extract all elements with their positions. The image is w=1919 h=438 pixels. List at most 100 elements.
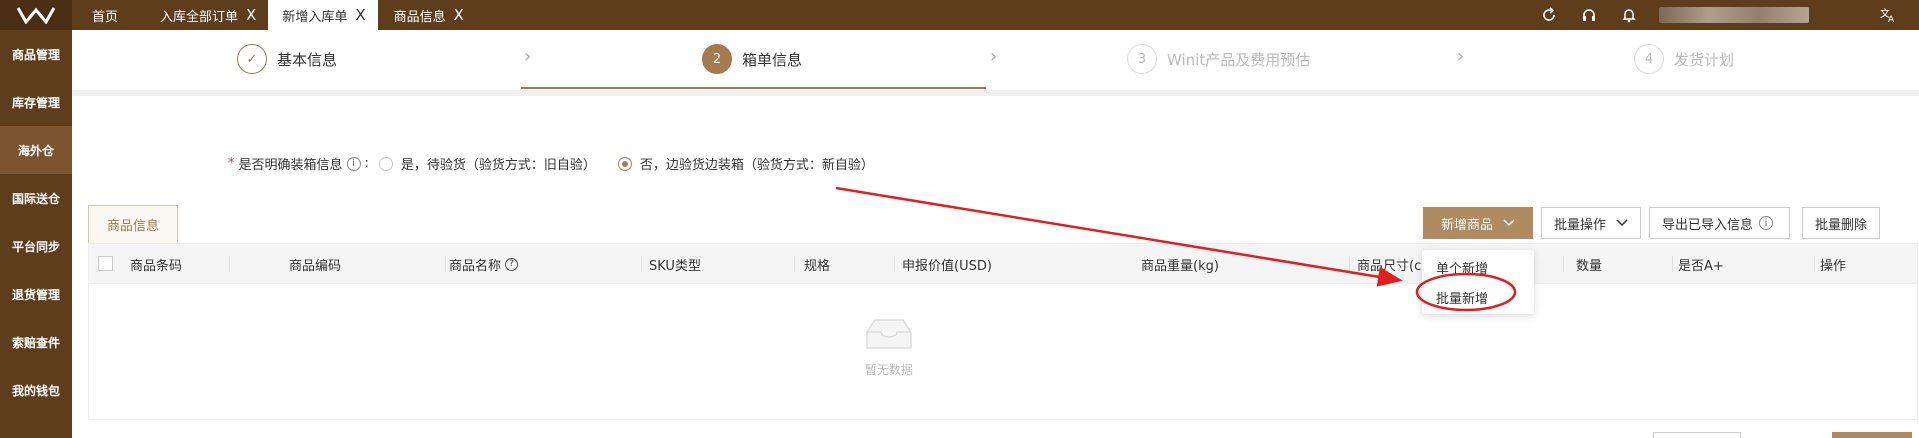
add-product-button[interactable]: 新增商品 [1423, 207, 1533, 239]
bottom-secondary-button[interactable] [1653, 432, 1741, 438]
radio-yes-label[interactable]: 是，待验货（验货方式：旧自验） [401, 154, 596, 173]
radio-no[interactable] [617, 156, 632, 171]
main-area: ✓ 基本信息 › 2 箱单信息 › 3 Winit产品及费用预估 › 4 发货计… [72, 30, 1919, 438]
bell-icon[interactable] [1609, 0, 1649, 30]
column-header: 商品条码 [130, 258, 183, 274]
table-actions: 新增商品 批量操作 导出已导入信息 i 批量删除 [1423, 207, 1881, 239]
packing-info-question: * 是否明确装箱信息 i : 是，待验货（验货方式：旧自验） 否，边验货边装箱（… [228, 154, 874, 173]
step-shipping-plan[interactable]: 4 发货计划 [1634, 42, 1734, 76]
chevron-right-icon: › [524, 46, 532, 67]
tab-home[interactable]: 首页 [72, 0, 138, 30]
top-icons: 文A [1529, 0, 1919, 30]
sidebar-item-overseas-warehouse[interactable]: 海外仓 [0, 126, 72, 174]
step-label: 基本信息 [277, 50, 338, 69]
sidebar: 商品管理 库存管理 海外仓 国际送仓 平台同步 退货管理 索赔查件 我的钱包 [0, 30, 72, 438]
column-divider [1563, 256, 1564, 272]
empty-text: 暂无数据 [864, 363, 913, 377]
column-header: 操作 [1820, 258, 1847, 274]
batch-delete-button[interactable]: 批量删除 [1802, 207, 1881, 239]
logo[interactable] [0, 0, 72, 30]
step-label: Winit产品及费用预估 [1167, 50, 1311, 69]
close-icon[interactable]: X [355, 7, 365, 23]
column-divider [894, 256, 895, 272]
column-divider [641, 256, 642, 272]
translate-icon[interactable]: 文A [1869, 0, 1909, 30]
tab-label: 新增入库单 [282, 9, 348, 25]
step-basic-info[interactable]: ✓ 基本信息 [237, 42, 337, 76]
step-number: 3 [1127, 44, 1157, 74]
column-header: 是否A+ [1678, 258, 1724, 274]
column-header: SKU类型 [649, 258, 701, 274]
batch-operations-button[interactable]: 批量操作 [1541, 207, 1642, 239]
single-add-menu-item[interactable]: 单个新增 [1422, 252, 1534, 282]
radio-no-label[interactable]: 否，边验货边装箱（验货方式：新自验） [640, 154, 874, 173]
close-icon[interactable]: X [246, 7, 256, 23]
tab-label: 入库全部订单 [160, 9, 239, 25]
step-packing-info[interactable]: 2 箱单信息 [702, 42, 802, 76]
step-label: 发货计划 [1674, 50, 1735, 69]
top-tabs: 首页 入库全部订单 X 新增入库单 X 商品信息 X [72, 0, 476, 30]
sidebar-item-international-delivery[interactable]: 国际送仓 [0, 174, 72, 222]
tab-all-inbound-orders[interactable]: 入库全部订单 X [138, 0, 268, 30]
tab-product-info[interactable]: 商品信息 X [378, 0, 476, 30]
button-label: 新增商品 [1440, 217, 1493, 233]
question-colon: : [364, 156, 369, 171]
tab-product-info-section[interactable]: 商品信息 [88, 205, 178, 243]
column-divider [445, 256, 446, 272]
step-number: 2 [702, 44, 732, 74]
batch-add-menu-item[interactable]: 批量新增 [1422, 282, 1534, 312]
chevron-down-icon [1616, 216, 1628, 231]
step-bar: ✓ 基本信息 › 2 箱单信息 › 3 Winit产品及费用预估 › 4 发货计… [72, 30, 1919, 90]
info-icon: i [1759, 216, 1774, 230]
table-header: 商品条码 商品编码 商品名称 ? SKU类型 规格 申报价值(USD) 商品重量… [89, 244, 1917, 284]
tab-label: 商品信息 [393, 9, 446, 25]
column-header: 商品名称 ? [449, 244, 519, 284]
sidebar-item-wallet[interactable]: 我的钱包 [0, 366, 72, 414]
column-header: 申报价值(USD) [902, 258, 992, 274]
column-header: 规格 [804, 258, 831, 274]
sidebar-item-platform-sync[interactable]: 平台同步 [0, 222, 72, 270]
top-bar: 首页 入库全部订单 X 新增入库单 X 商品信息 X 文A [0, 0, 1919, 30]
required-mark: * [228, 156, 235, 171]
step-winit-product-estimate[interactable]: 3 Winit产品及费用预估 [1127, 42, 1310, 76]
sidebar-item-returns-management[interactable]: 退货管理 [0, 270, 72, 318]
product-table: 商品条码 商品编码 商品名称 ? SKU类型 规格 申报价值(USD) 商品重量… [88, 243, 1918, 420]
active-step-underline [521, 87, 986, 89]
check-icon: ✓ [237, 44, 267, 74]
column-header-label: 商品名称 [449, 258, 502, 274]
select-all-checkbox[interactable] [98, 256, 113, 271]
tab-new-inbound-order[interactable]: 新增入库单 X [268, 0, 378, 30]
column-divider [1672, 256, 1673, 272]
headset-icon[interactable] [1569, 0, 1609, 30]
help-icon[interactable]: ? [505, 257, 519, 271]
button-label: 批量删除 [1815, 217, 1868, 233]
sidebar-item-inventory-management[interactable]: 库存管理 [0, 78, 72, 126]
refresh-icon[interactable] [1529, 0, 1569, 30]
chevron-right-icon: › [990, 46, 998, 67]
column-divider [229, 256, 230, 272]
step-number: 4 [1634, 44, 1664, 74]
button-label: 批量操作 [1554, 217, 1607, 233]
empty-inbox-icon [866, 319, 912, 349]
question-label: 是否明确装箱信息 [238, 158, 343, 173]
column-divider [1814, 256, 1815, 272]
export-imported-button[interactable]: 导出已导入信息 i [1649, 207, 1791, 239]
logo-icon [16, 7, 56, 24]
radio-yes[interactable] [378, 156, 393, 171]
step-label: 箱单信息 [742, 50, 803, 69]
bottom-primary-button[interactable] [1832, 432, 1912, 438]
column-divider [794, 256, 795, 272]
user-account-blurred[interactable] [1659, 7, 1809, 23]
button-label: 导出已导入信息 [1662, 217, 1754, 233]
tab-label: 首页 [92, 9, 119, 25]
svg-text:A: A [1888, 15, 1895, 23]
sidebar-item-claims[interactable]: 索赔查件 [0, 318, 72, 366]
content-panel: * 是否明确装箱信息 i : 是，待验货（验货方式：旧自验） 否，边验货边装箱（… [72, 96, 1919, 438]
sidebar-item-product-management[interactable]: 商品管理 [0, 30, 72, 78]
close-icon[interactable]: X [454, 7, 464, 23]
chevron-right-icon: › [1457, 46, 1465, 67]
add-product-dropdown: 单个新增 批量新增 [1422, 250, 1534, 314]
empty-state: 暂无数据 [789, 314, 989, 378]
chevron-down-icon [1503, 216, 1515, 231]
info-icon[interactable]: i [346, 156, 361, 171]
